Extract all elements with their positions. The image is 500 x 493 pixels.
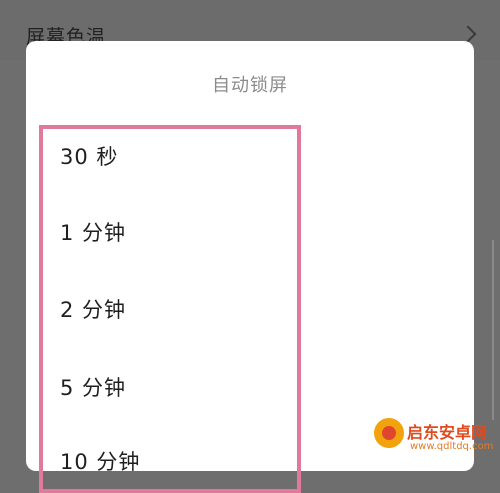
- scrollbar[interactable]: [492, 240, 494, 420]
- chevron-right-icon: [459, 25, 477, 43]
- watermark-url: www.qdltdq.com: [410, 441, 494, 452]
- watermark-logo-icon: [374, 418, 404, 448]
- dialog-title: 自动锁屏: [212, 75, 288, 96]
- option-10-minutes[interactable]: 10 分钟: [60, 446, 140, 476]
- watermark: 启东安卓网 www.qdltdq.com: [374, 418, 498, 456]
- option-5-minutes[interactable]: 5 分钟: [60, 372, 126, 402]
- auto-lock-dialog: 自动锁屏 30 秒 1 分钟 2 分钟 5 分钟 10 分钟: [26, 41, 474, 493]
- watermark-title: 启东安卓网: [407, 423, 488, 442]
- option-30-seconds[interactable]: 30 秒: [60, 141, 118, 171]
- option-2-minutes[interactable]: 2 分钟: [60, 294, 126, 324]
- option-1-minute[interactable]: 1 分钟: [60, 217, 126, 247]
